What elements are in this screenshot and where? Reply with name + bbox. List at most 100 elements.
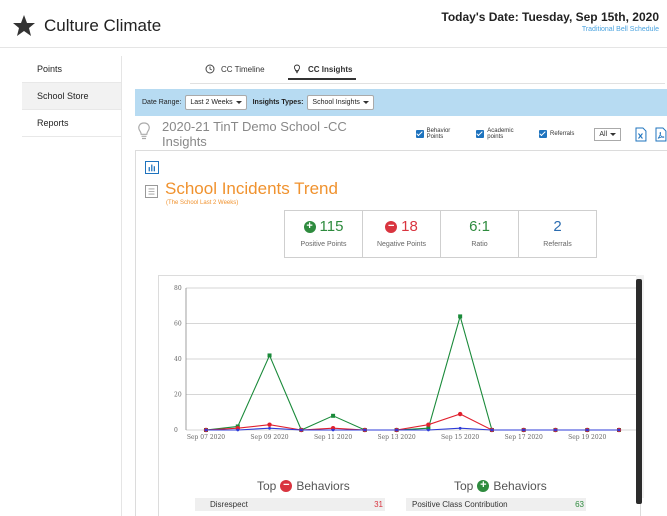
data-point — [554, 428, 557, 432]
behavior-name: Disrespect — [210, 500, 248, 509]
insight-types-dropdown[interactable]: School Insights — [307, 95, 374, 110]
referrals-checkbox[interactable]: Referrals — [539, 130, 574, 138]
y-tick-label: 40 — [174, 356, 182, 363]
checkbox-checked-icon — [476, 130, 485, 138]
app-root: Culture Climate Today's Date: Tuesday, S… — [0, 0, 667, 516]
stat-ratio: 6:1 Ratio — [441, 211, 519, 257]
school-header: 2020-21 TinT Demo School -CC Insights Be… — [136, 119, 667, 149]
data-point — [299, 428, 303, 432]
sidebar: Points School Store Reports — [22, 56, 122, 516]
lightbulb-icon — [136, 121, 152, 147]
y-tick-label: 80 — [174, 285, 182, 292]
pdf-export-icon[interactable] — [655, 127, 667, 142]
y-tick-label: 20 — [174, 392, 182, 399]
excel-export-icon[interactable] — [635, 127, 647, 142]
data-point — [426, 422, 431, 427]
bar-chart-icon[interactable] — [145, 161, 159, 174]
data-point — [331, 428, 335, 432]
caret-down-icon — [610, 132, 617, 136]
stat-positive-points: + 115 Positive Points — [285, 211, 363, 257]
top-positive-label: Top — [454, 479, 474, 493]
date-range-dropdown[interactable]: Last 2 Weeks — [185, 95, 247, 110]
all-dropdown[interactable]: All — [594, 127, 622, 141]
behavior-name: Positive Class Contribution — [412, 500, 508, 509]
tab-cc-timeline-label: CC Timeline — [221, 64, 265, 74]
behavior-count: 63 — [575, 500, 584, 509]
star-icon — [13, 15, 35, 36]
top-negative-heading: Top − Behaviors — [257, 479, 350, 493]
y-tick-label: 0 — [174, 427, 178, 434]
filter-bar: Date Range: Last 2 Weeks Insights Types:… — [135, 89, 667, 116]
plus-circle-icon: + — [477, 480, 490, 492]
caret-down-icon — [235, 101, 242, 104]
x-tick-label: Sep 11 2020 — [314, 434, 352, 441]
academic-points-checkbox[interactable]: Academic points — [476, 128, 531, 140]
data-point — [426, 428, 430, 432]
tab-bar: CC Timeline CC Insights — [130, 58, 667, 84]
tab-cc-insights-label: CC Insights — [308, 64, 353, 74]
data-point — [395, 428, 399, 432]
referrals-label: Referrals — [550, 131, 575, 137]
top-negative-label2: Behaviors — [296, 479, 350, 493]
caret-down-icon — [362, 101, 369, 104]
referrals-count-label: Referrals — [543, 241, 572, 248]
data-point — [617, 428, 621, 432]
app-header: Culture Climate Today's Date: Tuesday, S… — [0, 0, 667, 48]
tab-cc-timeline[interactable]: CC Timeline — [205, 64, 265, 74]
date-range-value: Last 2 Weeks — [190, 99, 233, 106]
school-title: 2020-21 TinT Demo School -CC Insights — [162, 119, 347, 149]
data-point — [458, 426, 462, 430]
data-point — [267, 353, 272, 358]
data-point — [331, 413, 336, 418]
series-line — [205, 413, 619, 431]
x-tick-label: Sep 19 2020 — [568, 434, 606, 441]
list-icon[interactable] — [145, 185, 158, 198]
all-value: All — [599, 130, 608, 138]
behavior-count: 31 — [374, 500, 383, 509]
behavior-points-checkbox[interactable]: Behavior Points — [415, 128, 469, 140]
negative-points-label: Negative Points — [376, 241, 427, 248]
x-tick-label: Sep 07 2020 — [187, 434, 225, 441]
data-point — [267, 422, 272, 427]
positive-points-value: 115 — [319, 218, 344, 235]
stat-referrals: 2 Referrals — [519, 211, 596, 257]
app-title: Culture Climate — [44, 16, 162, 35]
data-point — [204, 428, 208, 432]
schedule-link[interactable]: Traditional Bell Schedule — [441, 26, 659, 33]
chart-scrollbar-thumb[interactable] — [636, 279, 642, 504]
sidebar-item-school-store[interactable]: School Store — [22, 83, 121, 110]
behavior-points-label: Behavior Points — [426, 128, 451, 140]
date-range-label: Date Range: — [142, 99, 182, 106]
x-tick-label: Sep 09 2020 — [250, 434, 288, 441]
trend-subtitle: (The School Last 2 Weeks) — [166, 200, 239, 206]
data-point — [268, 426, 271, 430]
stat-negative-points: − 18 Negative Points — [363, 211, 441, 257]
x-tick-label: Sep 17 2020 — [505, 434, 543, 441]
tab-cc-insights[interactable]: CC Insights — [287, 64, 357, 80]
positive-points-label: Positive Points — [300, 241, 347, 248]
insight-types-label: Insights Types: — [252, 99, 304, 106]
x-tick-label: Sep 15 2020 — [441, 434, 479, 441]
top-positive-heading: Top + Behaviors — [454, 479, 547, 493]
tabs-divider — [190, 83, 665, 84]
sidebar-item-points[interactable]: Points — [22, 56, 121, 83]
negative-points-value: 18 — [401, 218, 418, 235]
ratio-value: 6:1 — [469, 218, 490, 235]
insights-panel: School Incidents Trend (The School Last … — [135, 150, 667, 516]
ratio-label: Ratio — [471, 241, 488, 248]
data-point — [458, 314, 463, 319]
insight-types-value: School Insights — [312, 99, 360, 106]
trend-title: School Incidents Trend — [165, 179, 338, 198]
today-date: Today's Date: Tuesday, Sep 15th, 2020 — [441, 10, 659, 24]
data-point — [363, 428, 367, 432]
plus-circle-icon: + — [303, 220, 316, 233]
lightbulb-icon — [293, 64, 301, 74]
checkbox-checked-icon — [539, 130, 548, 138]
sidebar-item-reports[interactable]: Reports — [22, 110, 121, 137]
data-point — [490, 428, 494, 432]
top-positive-label2: Behaviors — [493, 479, 547, 493]
referrals-value: 2 — [553, 218, 562, 235]
academic-points-label: Academic points — [487, 128, 514, 140]
trend-line-chart: 0 20 40 60 80 Sep 07 2020 Sep 09 2020 Sep 11 20… — [174, 285, 639, 441]
list-item: Positive Class Contribution 63 — [406, 498, 586, 511]
